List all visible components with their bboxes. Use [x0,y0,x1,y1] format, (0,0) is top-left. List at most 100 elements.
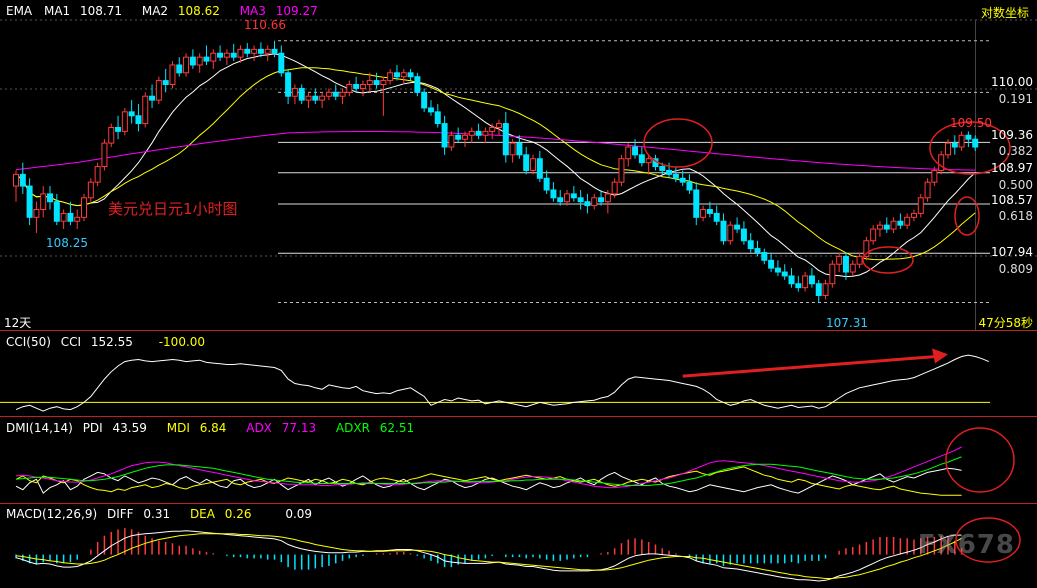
candle-body [788,275,795,285]
candle-body [210,52,217,62]
dea-label: DEA [189,507,215,521]
candle-body [611,181,618,195]
dmi-legend: DMI(14,14) PDI 43.59 MDI 6.84 ADX 77.13 … [6,421,414,435]
candle-body [67,212,74,222]
legend-ma2-label: MA2 [141,4,169,18]
candle-body [47,193,54,203]
candle-body [523,154,530,171]
candle-body [815,283,822,296]
candle-body [237,48,244,58]
diff-label: DIFF [106,507,134,521]
candle-body [387,72,394,82]
candle-body [577,197,584,203]
candle-body [938,154,945,171]
macd-line-diff [15,530,962,582]
legend-ma3-value: 109.27 [275,4,318,18]
candle-body [94,166,101,183]
candle-body [19,173,26,187]
candle-body [917,197,924,214]
candle-body [829,263,836,285]
candle-body [264,48,271,54]
candle-body [87,181,94,199]
candle-body [305,95,312,101]
candle-body [298,87,305,101]
candle-body [482,130,489,136]
annotation-circle [862,246,914,274]
coordinate-mode-label[interactable]: 对数坐标 [981,6,1029,20]
cci-panel-label: CCI(50) [6,335,51,349]
candle-body [645,158,652,164]
candle-body [516,142,523,156]
candle-body [774,267,781,273]
fib-level-0-618: 0.618 [998,209,1033,223]
candle-body [434,111,441,125]
adx-value: 77.13 [281,421,317,435]
candle-body [931,169,938,183]
candle-body [189,56,196,66]
candle-body [142,95,149,125]
candle-body [536,158,543,179]
candle-body [359,84,366,89]
macd-legend: MACD(12,26,9) DIFF 0.31 DEA 0.26 0.09 [6,507,312,521]
candle-body [169,64,176,86]
candle-body [339,91,346,97]
candle-body [251,48,258,54]
main-legend: EMA MA1 108.71 MA2 108.62 MA3 109.27 [6,4,318,18]
candle-body [502,123,509,156]
candle-body [598,197,605,203]
candle-body [373,80,380,86]
candle-body [727,224,734,242]
candle-body [842,255,849,273]
candle-body [448,134,455,148]
fib-level-0-809: 0.809 [998,262,1033,276]
candle-body [441,123,448,148]
candle-body [557,197,564,203]
macd-panel-label: MACD(12,26,9) [6,507,98,521]
candle-body [659,166,666,171]
candle-body [591,197,598,207]
candle-body [550,189,557,199]
candle-body [543,177,550,191]
candle-body [33,209,40,218]
candle-body [496,123,502,128]
candle-body [604,193,611,203]
candle-body [924,181,931,199]
legend-ma2-value: 108.62 [177,4,220,18]
candle-body [128,111,135,117]
dea-value: 0.26 [224,507,252,521]
annotation-circle [643,118,713,168]
candle-body [849,263,856,273]
candle-body [740,228,747,242]
candle-body [353,84,360,89]
candle-body [883,224,890,230]
cci-series-label: CCI [60,335,82,349]
price-level-109-36: 109.36 [991,128,1033,142]
legend-ma1-label: MA1 [43,4,71,18]
candle-body [53,201,60,222]
candle-body [761,251,768,261]
candle-body [509,142,516,156]
countdown-label: 47分58秒 [978,316,1033,330]
cci-ref-value: -100.00 [158,335,206,349]
price-level-110-00: 110.00 [991,75,1033,89]
candle-body [795,283,802,289]
pdi-label: PDI [82,421,103,435]
candle-body [679,177,686,183]
candle-body [162,80,169,86]
candle-body [965,134,972,140]
candle-body [13,173,19,187]
macd-line-dea [15,533,962,579]
macd-value: 0.09 [285,507,313,521]
legend-ma1-value: 108.71 [80,4,123,18]
candle-body [101,142,108,168]
candle-body [781,271,788,277]
candle-body [407,72,414,78]
candle-body [638,154,645,164]
trend-arrow [682,354,939,378]
candle-body [461,134,468,140]
candle-body [81,197,88,218]
fib-level-0-382: 0.382 [998,144,1033,158]
candle-body [312,95,319,101]
mdi-value: 6.84 [199,421,227,435]
candle-body [890,220,897,230]
